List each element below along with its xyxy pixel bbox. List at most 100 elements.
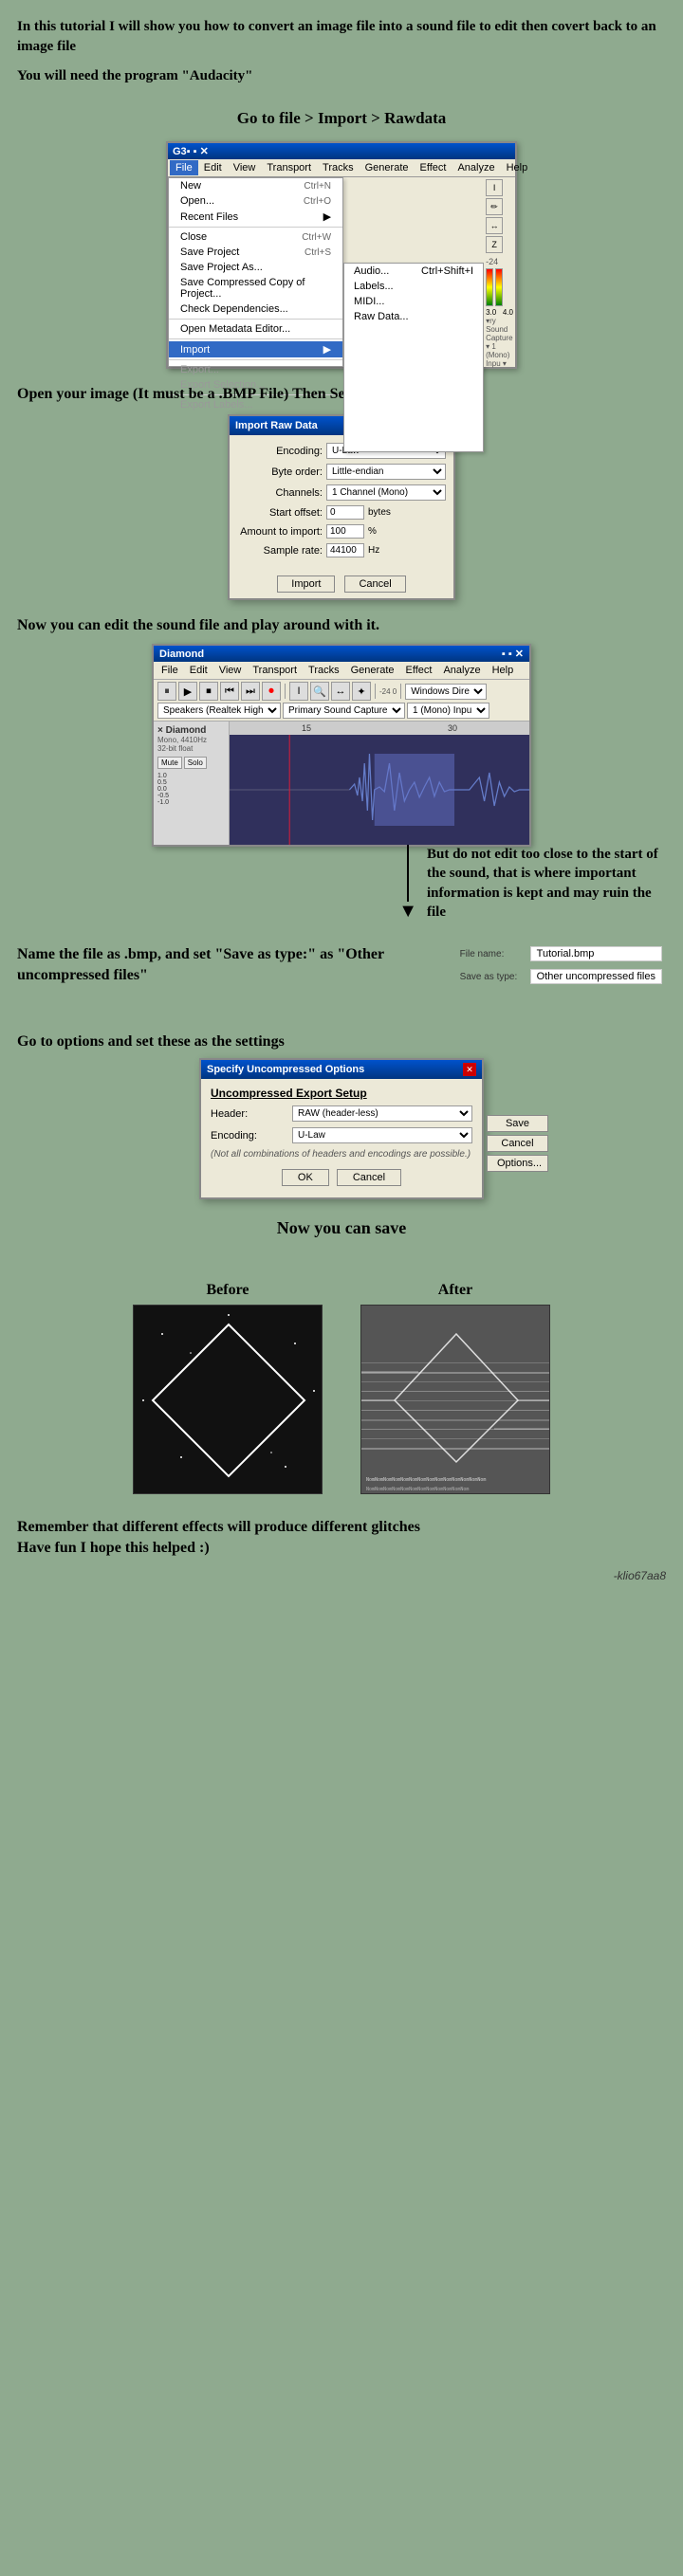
emenu-generate[interactable]: Generate bbox=[345, 663, 400, 678]
dialog-buttons: Import Cancel bbox=[230, 570, 453, 598]
menu-file[interactable]: File bbox=[170, 160, 198, 175]
menu-sep-3 bbox=[169, 338, 342, 339]
options-header-select[interactable]: RAW (header-less) bbox=[292, 1105, 472, 1122]
submenu-rawdata[interactable]: Raw Data... bbox=[344, 309, 483, 324]
callout-text: But do not edit too close to the start o… bbox=[427, 845, 664, 922]
tool-cursor[interactable]: ↔ bbox=[331, 682, 350, 701]
menu-item-open[interactable]: Open...Ctrl+O bbox=[169, 193, 342, 209]
options-cancel-btn[interactable]: Cancel bbox=[337, 1169, 401, 1186]
pause-btn[interactable]: ⏸ bbox=[157, 682, 176, 701]
import-btn[interactable]: Import bbox=[277, 575, 335, 593]
menu-transport[interactable]: Transport bbox=[261, 160, 317, 175]
emenu-help[interactable]: Help bbox=[487, 663, 520, 678]
rec-btn[interactable]: ⏺ bbox=[262, 682, 281, 701]
audacity-editor: Diamond ▪ ▪ ✕ File Edit View Transport T… bbox=[152, 644, 531, 847]
menu-item-export: Export... bbox=[169, 362, 342, 377]
emenu-effect[interactable]: Effect bbox=[400, 663, 438, 678]
side-cancel-btn[interactable]: Cancel bbox=[487, 1135, 548, 1152]
savetype-label: Save as type: bbox=[460, 972, 526, 982]
solo-btn[interactable]: Solo bbox=[184, 757, 207, 769]
editor-titlebar: Diamond ▪ ▪ ✕ bbox=[154, 646, 529, 662]
offset-input[interactable] bbox=[326, 505, 364, 520]
dialog-row-channels: Channels: 1 Channel (Mono) bbox=[237, 484, 446, 501]
options-step-text: Go to options and set these as the setti… bbox=[0, 1020, 683, 1058]
mono-select[interactable]: 1 (Mono) Inpu bbox=[407, 703, 489, 719]
menu-item-import[interactable]: Import▶ bbox=[169, 341, 342, 357]
menu-view[interactable]: View bbox=[228, 160, 262, 175]
save-dialog-row-filename: File name: Tutorial.bmp bbox=[456, 944, 666, 963]
prev-btn[interactable]: ⏮ bbox=[220, 682, 239, 701]
level-bar-r bbox=[495, 268, 503, 306]
after-label: After bbox=[438, 1282, 472, 1299]
tool-envelope[interactable]: ✦ bbox=[352, 682, 371, 701]
emenu-edit[interactable]: Edit bbox=[184, 663, 213, 678]
editor-menubar[interactable]: File Edit View Transport Tracks Generate… bbox=[154, 662, 529, 680]
tool-select[interactable]: I bbox=[289, 682, 308, 701]
file-dropdown[interactable]: NewCtrl+N Open...Ctrl+O Recent Files▶ Cl… bbox=[168, 177, 343, 367]
options-dialog-outer: Specify Uncompressed Options ✕ Uncompres… bbox=[0, 1058, 683, 1199]
stop-btn[interactable]: ⏹ bbox=[199, 682, 218, 701]
byteorder-select[interactable]: Little-endian bbox=[326, 464, 446, 480]
tool-zoom[interactable]: 🔍 bbox=[310, 682, 329, 701]
audacity-menubar[interactable]: File Edit View Transport Tracks Generate… bbox=[168, 159, 515, 177]
aud-btn-3[interactable]: ↔ bbox=[486, 217, 503, 234]
track-labels: × Diamond Mono, 4410Hz32-bit float Mute … bbox=[154, 722, 230, 845]
mute-btn[interactable]: Mute bbox=[157, 757, 182, 769]
import-cancel-btn[interactable]: Cancel bbox=[344, 575, 405, 593]
emenu-analyze[interactable]: Analyze bbox=[437, 663, 486, 678]
waveform-container: 15 30 bbox=[230, 722, 529, 845]
encoding-label: Encoding: bbox=[237, 446, 323, 457]
menu-analyze[interactable]: Analyze bbox=[452, 160, 500, 175]
menu-tracks[interactable]: Tracks bbox=[317, 160, 360, 175]
menu-item-save-as[interactable]: Save Project As... bbox=[169, 260, 342, 275]
aud-capture-label: ▾ry Sound Capture ▾ 1 (Mono) Inpu ▾ bbox=[486, 317, 513, 368]
menu-help[interactable]: Help bbox=[501, 160, 534, 175]
aud-btn-4[interactable]: Z bbox=[486, 236, 503, 253]
capture-select[interactable]: Primary Sound Capture bbox=[283, 703, 405, 719]
options-ok-btn[interactable]: OK bbox=[282, 1169, 329, 1186]
options-buttons: OK Cancel bbox=[211, 1165, 472, 1190]
emenu-transport[interactable]: Transport bbox=[247, 663, 303, 678]
submenu-labels[interactable]: Labels... bbox=[344, 279, 483, 294]
menu-sep-2 bbox=[169, 319, 342, 320]
before-block: Before bbox=[133, 1282, 323, 1494]
emenu-file[interactable]: File bbox=[156, 663, 184, 678]
samplerate-input[interactable] bbox=[326, 543, 364, 557]
import-submenu[interactable]: Audio...Ctrl+Shift+I Labels... MIDI... R… bbox=[343, 263, 484, 452]
aud-level-display bbox=[486, 268, 513, 306]
menu-effect[interactable]: Effect bbox=[415, 160, 452, 175]
options-close-btn[interactable]: ✕ bbox=[463, 1063, 476, 1076]
options-encoding-select[interactable]: U-Law bbox=[292, 1127, 472, 1143]
speakers-select[interactable]: Windows Dire bbox=[405, 684, 487, 700]
menu-edit[interactable]: Edit bbox=[198, 160, 228, 175]
menu-generate[interactable]: Generate bbox=[360, 160, 415, 175]
emenu-tracks[interactable]: Tracks bbox=[303, 663, 345, 678]
step1-heading: Go to file > Import > Rawdata bbox=[0, 101, 683, 136]
side-save-btn[interactable]: Save bbox=[487, 1115, 548, 1132]
menu-item-metadata[interactable]: Open Metadata Editor... bbox=[169, 321, 342, 337]
menu-item-close[interactable]: CloseCtrl+W bbox=[169, 229, 342, 245]
menu-item-new[interactable]: NewCtrl+N bbox=[169, 178, 342, 193]
track-ruler: 15 30 bbox=[230, 722, 529, 735]
submenu-midi[interactable]: MIDI... bbox=[344, 294, 483, 309]
menu-item-check-deps[interactable]: Check Dependencies... bbox=[169, 301, 342, 317]
emenu-view[interactable]: View bbox=[213, 663, 248, 678]
channels-select[interactable]: 1 Channel (Mono) bbox=[326, 484, 446, 501]
submenu-audio[interactable]: Audio...Ctrl+Shift+I bbox=[344, 264, 483, 279]
aud-btn-1[interactable]: I bbox=[486, 179, 503, 196]
menu-item-recent[interactable]: Recent Files▶ bbox=[169, 209, 342, 225]
menu-item-save-compressed[interactable]: Save Compressed Copy of Project... bbox=[169, 275, 342, 301]
speakers2-select[interactable]: Speakers (Realtek High bbox=[157, 703, 281, 719]
amount-input[interactable] bbox=[326, 524, 364, 539]
ruler-ticks: 15 30 bbox=[233, 723, 526, 733]
audacity-editor-wrapper: Diamond ▪ ▪ ✕ File Edit View Transport T… bbox=[0, 644, 683, 847]
byteorder-label: Byte order: bbox=[237, 466, 323, 478]
play-btn[interactable]: ▶ bbox=[178, 682, 197, 701]
aud-toolbar-row: I ✏ ↔ Z bbox=[486, 179, 513, 253]
filename-label: File name: bbox=[460, 949, 526, 959]
menu-item-save[interactable]: Save ProjectCtrl+S bbox=[169, 245, 342, 260]
options-note: (Not all combinations of headers and enc… bbox=[211, 1149, 472, 1160]
side-options-btn[interactable]: Options... bbox=[487, 1155, 548, 1172]
next-btn[interactable]: ⏭ bbox=[241, 682, 260, 701]
aud-btn-2[interactable]: ✏ bbox=[486, 198, 503, 215]
